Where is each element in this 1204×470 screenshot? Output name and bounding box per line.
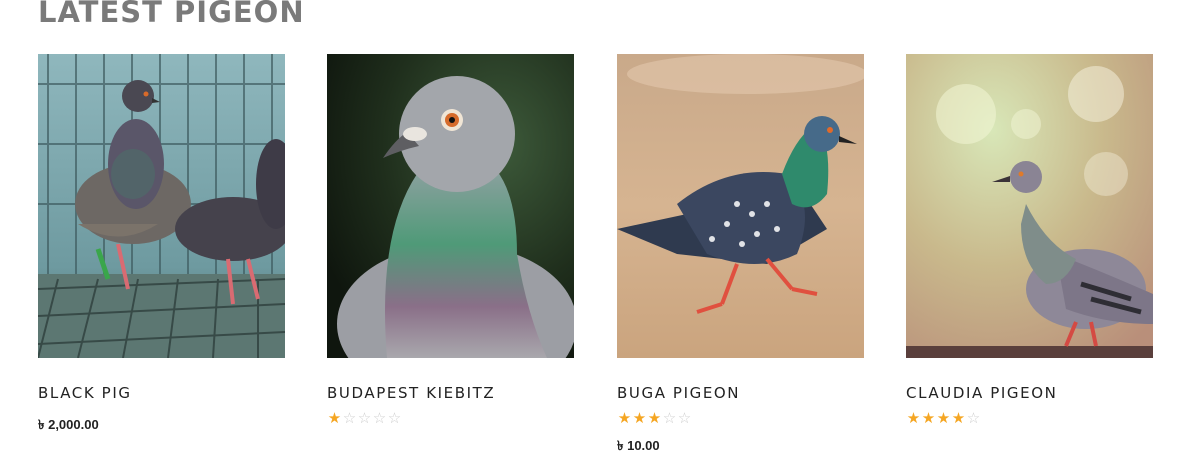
product-card: BLACK PIG ৳ 2,000.00 xyxy=(38,54,285,432)
pigeon-image xyxy=(38,54,285,358)
star-filled-icon: ★ xyxy=(906,409,921,427)
star-filled-icon: ★ xyxy=(921,409,936,427)
product-card: CLAUDIA PIGEON ★ ★ ★ ★ ☆ xyxy=(906,54,1153,427)
star-empty-icon: ☆ xyxy=(387,409,402,427)
star-empty-icon: ☆ xyxy=(372,409,387,427)
star-rating: ★ ★ ★ ☆ ☆ xyxy=(617,409,692,427)
product-card: BUGA PIGEON ★ ★ ★ ☆ ☆ ৳ 10.00 xyxy=(617,54,864,453)
star-filled-icon: ★ xyxy=(951,409,966,427)
product-image-link[interactable] xyxy=(327,54,574,358)
star-rating: ★ ★ ★ ★ ☆ xyxy=(906,409,981,427)
star-filled-icon: ★ xyxy=(647,409,662,427)
star-filled-icon: ★ xyxy=(327,409,342,427)
star-empty-icon: ☆ xyxy=(677,409,692,427)
pigeon-image xyxy=(327,54,574,358)
star-empty-icon: ☆ xyxy=(357,409,372,427)
product-name[interactable]: BUDAPEST KIEBITZ xyxy=(327,384,495,402)
star-empty-icon: ☆ xyxy=(966,409,981,427)
product-price: ৳ 2,000.00 xyxy=(38,417,99,432)
product-image-link[interactable] xyxy=(617,54,864,358)
star-empty-icon: ☆ xyxy=(342,409,357,427)
star-empty-icon: ☆ xyxy=(662,409,677,427)
product-image-link[interactable] xyxy=(38,54,285,358)
product-image-link[interactable] xyxy=(906,54,1153,358)
star-filled-icon: ★ xyxy=(632,409,647,427)
pigeon-image xyxy=(906,54,1153,358)
star-filled-icon: ★ xyxy=(936,409,951,427)
product-name[interactable]: BUGA PIGEON xyxy=(617,384,740,402)
star-filled-icon: ★ xyxy=(617,409,632,427)
star-rating: ★ ☆ ☆ ☆ ☆ xyxy=(327,409,402,427)
product-name[interactable]: CLAUDIA PIGEON xyxy=(906,384,1057,402)
pigeon-image xyxy=(617,54,864,358)
product-name[interactable]: BLACK PIG xyxy=(38,384,132,402)
product-price: ৳ 10.00 xyxy=(617,438,660,453)
section-title: LATEST PIGEON xyxy=(38,0,305,29)
product-card: BUDAPEST KIEBITZ ★ ☆ ☆ ☆ ☆ xyxy=(327,54,574,427)
